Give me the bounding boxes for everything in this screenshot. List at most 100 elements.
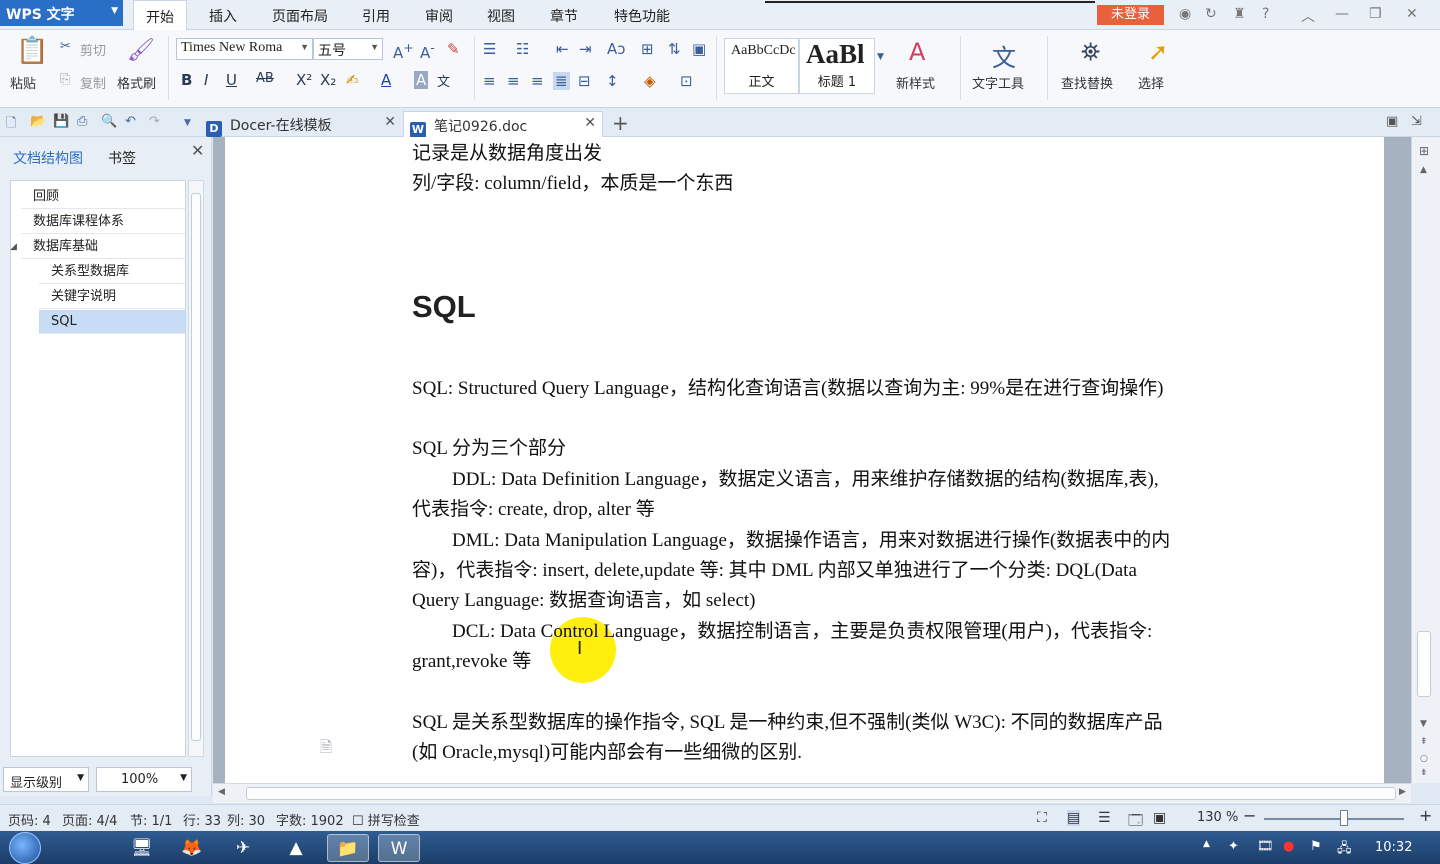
chevron-down-icon[interactable]: ▼ [184, 118, 191, 128]
expanded-triangle-icon[interactable]: ◢ [10, 235, 17, 259]
close-tab-icon[interactable]: ✕ [384, 114, 396, 130]
shrink-font-icon[interactable]: A- [420, 40, 435, 62]
login-button[interactable]: 未登录 [1097, 5, 1164, 25]
highlight-icon[interactable]: ✍ [346, 71, 359, 89]
fullscreen-icon[interactable]: ⛶ [1037, 810, 1047, 826]
new-doc-icon[interactable]: 🗋 [6, 114, 16, 136]
select-cursor-icon[interactable]: ➚ [1148, 38, 1168, 66]
document-canvas[interactable]: 记录是从数据角度出发 列/字段: column/field，本质是一个东西 SQ… [213, 137, 1411, 783]
display-level-select[interactable]: 显示级别 ▼ [3, 767, 89, 792]
phonetic-guide-icon[interactable]: 文 [437, 71, 450, 90]
horizontal-scrollbar-thumb[interactable] [246, 787, 1396, 800]
close-pane-icon[interactable]: ✕ [191, 141, 204, 160]
select-label[interactable]: 选择 [1138, 73, 1164, 92]
zoom-in-icon[interactable]: + [1419, 806, 1432, 825]
tree-node-sql[interactable]: SQL [39, 310, 185, 334]
binoculars-icon[interactable]: ⛯ [1081, 38, 1100, 66]
pane-scrollbar[interactable] [188, 180, 204, 757]
print-preview-icon[interactable]: 🔍 [101, 114, 117, 129]
decrease-indent-icon[interactable]: ⇤ [556, 40, 569, 58]
tree-node-review[interactable]: 回顾 [21, 185, 185, 209]
text-tools-label[interactable]: 文字工具 [972, 73, 1024, 92]
menu-view[interactable]: 视图 [487, 0, 515, 30]
tree-node-keywords[interactable]: 关键字说明 [39, 285, 185, 309]
tray-film-icon[interactable]: 🎞 [1257, 839, 1274, 854]
status-word-count[interactable]: 字数: 1902 [276, 810, 344, 829]
format-painter-icon[interactable]: 🖌 [127, 38, 155, 63]
taskbar-computer-icon[interactable]: 🖥 [121, 834, 163, 862]
menu-insert[interactable]: 插入 [209, 0, 237, 30]
style-heading-1[interactable]: AaBl 标题 1 [799, 38, 875, 94]
increase-indent-icon[interactable]: ⇥ [579, 40, 592, 58]
help-icon[interactable]: ? [1262, 6, 1269, 22]
next-page-icon[interactable]: ⇟ [1420, 768, 1428, 778]
borders-icon[interactable]: ⊡ [680, 72, 693, 90]
find-replace-label[interactable]: 查找替换 [1061, 73, 1113, 92]
align-center-icon[interactable]: ≡ [507, 72, 520, 90]
tab-notes-doc[interactable]: W 笔记0926.doc ✕ [403, 111, 603, 138]
document-vertical-scrollbar[interactable]: ⊞ ▲ ▼ ⇞ ○ ⇟ [1411, 137, 1440, 783]
menu-references[interactable]: 引用 [362, 0, 390, 30]
tray-app-icon[interactable]: ✦ [1228, 839, 1239, 854]
close-icon[interactable]: ✕ [1406, 6, 1418, 22]
paragraph-shading-icon[interactable]: ◈ [644, 72, 656, 90]
copy-icon[interactable]: ⎘ [60, 72, 70, 87]
scroll-down-icon[interactable]: ▼ [1420, 719, 1427, 729]
zoom-level[interactable]: 130 % [1197, 810, 1238, 825]
numbered-list-icon[interactable]: ☷ [516, 40, 529, 58]
select-browse-object-icon[interactable]: ○ [1420, 754, 1428, 764]
table-icon[interactable]: ⊞ [641, 40, 654, 58]
open-folder-icon[interactable]: 📂 [30, 114, 46, 129]
strikethrough-icon[interactable]: AB [256, 71, 274, 86]
format-painter-label[interactable]: 格式刷 [117, 73, 156, 92]
restore-icon[interactable]: ❐ [1369, 6, 1382, 22]
tree-node-db-basics[interactable]: ◢ 数据库基础 [10, 235, 185, 259]
tab-document-map[interactable]: 文档结构图 [13, 148, 83, 168]
spell-check-toggle[interactable]: ☐ 拼写检查 [352, 810, 420, 829]
tree-node-db-courses[interactable]: 数据库课程体系 [21, 210, 185, 234]
skin-icon[interactable]: ◉ [1179, 6, 1191, 22]
show-marks-icon[interactable]: ▣ [692, 40, 706, 58]
tab-bookmarks[interactable]: 书签 [108, 148, 136, 168]
font-color-icon[interactable]: A [381, 71, 391, 89]
taskbar-clock[interactable]: 10:32 [1375, 840, 1412, 855]
pane-zoom-select[interactable]: 100% ▼ [96, 767, 192, 792]
page-view-icon[interactable]: ▤ [1067, 810, 1081, 826]
tray-record-icon[interactable]: ● [1283, 839, 1294, 854]
split-view-icon[interactable]: ⊞ [1419, 144, 1429, 158]
zoom-out-icon[interactable]: − [1243, 806, 1256, 825]
shirt-icon[interactable]: ♜ [1233, 6, 1246, 22]
subscript-icon[interactable]: X₂ [320, 71, 336, 89]
sort-icon[interactable]: ⇅ [668, 40, 681, 58]
cut-label[interactable]: 剪切 [80, 40, 106, 59]
taskbar-app-icon[interactable]: ✈ [222, 834, 264, 862]
distribute-icon[interactable]: ⊟ [578, 72, 591, 90]
align-right-icon[interactable]: ≡ [531, 72, 544, 90]
document-scrollbar-thumb[interactable] [1417, 631, 1431, 697]
outline-view-icon[interactable]: ☰ [1098, 810, 1111, 826]
text-tools-icon[interactable]: 文 [992, 38, 1016, 73]
tray-flag-icon[interactable]: ⚑ [1310, 839, 1322, 854]
start-button[interactable] [9, 832, 41, 864]
tray-network-icon[interactable]: 🖧 [1337, 839, 1352, 861]
close-tab-icon[interactable]: ✕ [584, 115, 596, 131]
previous-page-icon[interactable]: ⇞ [1420, 737, 1428, 747]
scroll-up-icon[interactable]: ▲ [1420, 165, 1427, 175]
italic-icon[interactable]: I [204, 71, 208, 89]
paragraph-marker-icon[interactable]: 🗎 [320, 737, 332, 762]
scroll-left-icon[interactable]: ◀ [218, 787, 225, 797]
collapse-ribbon-icon[interactable]: ︿ [1301, 6, 1315, 26]
scissors-icon[interactable]: ✂ [60, 39, 71, 54]
align-left-icon[interactable]: ≡ [483, 72, 496, 90]
taskbar-wps-writer-icon[interactable]: W [378, 834, 420, 862]
taskbar-firefox-icon[interactable]: 🦊 [171, 834, 213, 862]
menu-home[interactable]: 开始 [133, 0, 187, 31]
menu-chapter[interactable]: 章节 [550, 0, 578, 30]
scroll-right-icon[interactable]: ▶ [1399, 787, 1406, 797]
zoom-slider-handle[interactable] [1340, 810, 1348, 826]
style-normal[interactable]: AaBbCcDc 正文 [724, 38, 799, 94]
menu-special-features[interactable]: 特色功能 [614, 0, 670, 30]
paste-icon[interactable]: 📋 [16, 36, 48, 66]
print-icon[interactable]: ⎙ [77, 114, 87, 129]
sync-icon[interactable]: ↻ [1205, 6, 1217, 22]
